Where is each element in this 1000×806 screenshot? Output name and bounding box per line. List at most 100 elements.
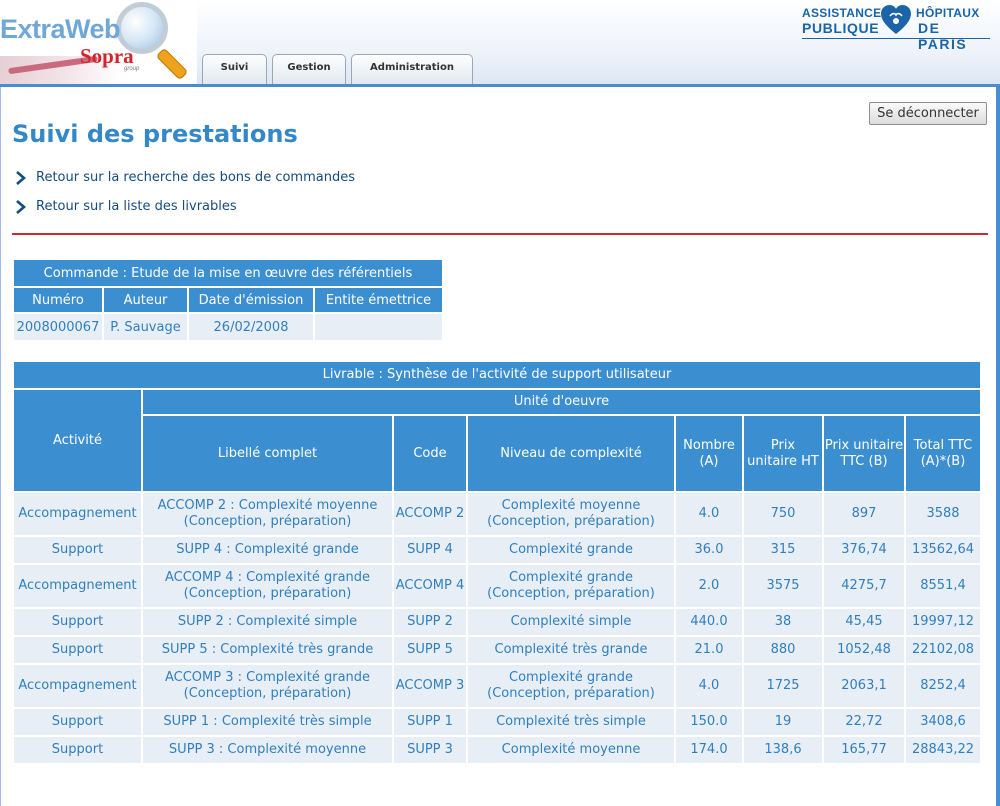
- quantity-cell: 4.0: [676, 665, 742, 707]
- quantity-cell: 36.0: [676, 537, 742, 563]
- aphp-logo-rule: [802, 38, 990, 39]
- right-frame-border: [996, 87, 1000, 806]
- total-ttc-cell: 22102,08: [906, 637, 980, 663]
- activity-cell: Support: [14, 737, 141, 763]
- back-to-order-search-link[interactable]: Retour sur la recherche des bons de comm…: [14, 170, 355, 185]
- page-title: Suivi des prestations: [12, 120, 298, 148]
- table-row: Accompagnement ACCOMP 4 : Complexité gran…: [14, 565, 980, 607]
- activity-column-header: Activité: [14, 390, 141, 491]
- quantity-cell: 21.0: [676, 637, 742, 663]
- magnifier-handle-icon: [155, 47, 189, 81]
- table-row: Support SUPP 3 : Complexité moyenne SUPP 3…: [14, 737, 980, 763]
- aphp-logo: ASSISTANCE PUBLIQUE HÔPITAUX DE PARIS: [800, 4, 992, 52]
- deliverable-column-header: Nombre (A): [676, 416, 742, 491]
- aphp-logo-text-right-2: DE PARIS: [918, 20, 968, 52]
- activity-cell: Support: [14, 709, 141, 735]
- code-cell: ACCOMP 3: [394, 665, 466, 707]
- order-number-cell: 2008000067: [14, 314, 102, 340]
- total-ttc-cell: 8252,4: [906, 665, 980, 707]
- table-row: Support SUPP 1 : Complexité très simple SU…: [14, 709, 980, 735]
- complexity-cell: Complexité très grande: [468, 637, 674, 663]
- tab-gestion[interactable]: Gestion: [272, 54, 346, 84]
- complexity-cell: Complexité grande (Conception, préparati…: [468, 565, 674, 607]
- order-column-header: Entite émettrice: [315, 288, 442, 312]
- total-ttc-cell: 13562,64: [906, 537, 980, 563]
- activity-cell: Accompagnement: [14, 565, 141, 607]
- tab-suivi[interactable]: Suivi: [202, 54, 267, 84]
- logout-button[interactable]: Se déconnecter: [869, 102, 987, 125]
- aphp-logo-text-right-1: HÔPITAUX: [916, 6, 980, 20]
- code-cell: ACCOMP 2: [394, 493, 466, 535]
- code-cell: SUPP 5: [394, 637, 466, 663]
- total-ttc-cell: 3408,6: [906, 709, 980, 735]
- deliverable-column-header: Prix unitaire HT: [744, 416, 822, 491]
- chevron-right-icon: [16, 170, 26, 185]
- section-divider: [12, 233, 988, 235]
- activity-cell: Accompagnement: [14, 493, 141, 535]
- unit-price-ttc-cell: 22,72: [824, 709, 904, 735]
- logo-brand-text: ExtraWeb: [0, 14, 121, 44]
- back-to-order-search-label: Retour sur la recherche des bons de comm…: [36, 170, 355, 185]
- unit-price-ttc-cell: 376,74: [824, 537, 904, 563]
- order-column-header: Date d'émission: [189, 288, 313, 312]
- unit-price-ht-cell: 38: [744, 609, 822, 635]
- back-to-deliverables-link[interactable]: Retour sur la liste des livrables: [14, 199, 237, 214]
- back-to-deliverables-label: Retour sur la liste des livrables: [36, 199, 237, 214]
- aphp-logo-text-left-2: PUBLIQUE: [802, 20, 880, 36]
- label-cell: ACCOMP 3 : Complexité grande (Conception…: [143, 665, 392, 707]
- complexity-cell: Complexité moyenne: [468, 737, 674, 763]
- complexity-cell: Complexité grande: [468, 537, 674, 563]
- unit-price-ht-cell: 19: [744, 709, 822, 735]
- aphp-heart-icon: [881, 5, 911, 34]
- deliverable-column-header: Code: [394, 416, 466, 491]
- order-column-header: Auteur: [104, 288, 187, 312]
- table-row: Support SUPP 2 : Complexité simple SUPP 2C…: [14, 609, 980, 635]
- work-unit-group-header: Unité d'oeuvre: [143, 390, 980, 414]
- order-table: Commande : Etude de la mise en œuvre des…: [12, 258, 444, 342]
- complexity-cell: Complexité très simple: [468, 709, 674, 735]
- quantity-cell: 150.0: [676, 709, 742, 735]
- left-frame-border: [0, 87, 1, 806]
- table-row: Support SUPP 4 : Complexité grande SUPP 4C…: [14, 537, 980, 563]
- unit-price-ttc-cell: 2063,1: [824, 665, 904, 707]
- order-author-cell: P. Sauvage: [104, 314, 187, 340]
- logo-company-suffix: group: [124, 66, 140, 72]
- deliverable-column-header: Libellé complet: [143, 416, 392, 491]
- order-table-caption: Commande : Etude de la mise en œuvre des…: [14, 260, 442, 286]
- activity-cell: Support: [14, 537, 141, 563]
- tab-administration[interactable]: Administration: [351, 54, 473, 84]
- table-row: Support SUPP 5 : Complexité très grande SU…: [14, 637, 980, 663]
- activity-cell: Support: [14, 609, 141, 635]
- total-ttc-cell: 8551,4: [906, 565, 980, 607]
- unit-price-ht-cell: 3575: [744, 565, 822, 607]
- code-cell: ACCOMP 4: [394, 565, 466, 607]
- extraweb-sopra-logo: ExtraWeb Sopra group: [0, 0, 197, 84]
- complexity-cell: Complexité simple: [468, 609, 674, 635]
- app-header: ExtraWeb Sopra group ASSISTANCE PUBLIQUE…: [0, 0, 1000, 87]
- total-ttc-cell: 3588: [906, 493, 980, 535]
- header-divider: [0, 84, 1000, 87]
- unit-price-ht-cell: 750: [744, 493, 822, 535]
- unit-price-ttc-cell: 4275,7: [824, 565, 904, 607]
- deliverable-rows: Accompagnement ACCOMP 2 : Complexité moye…: [14, 493, 980, 763]
- unit-price-ttc-cell: 165,77: [824, 737, 904, 763]
- label-cell: ACCOMP 2 : Complexité moyenne (Conceptio…: [143, 493, 392, 535]
- order-column-header: Numéro: [14, 288, 102, 312]
- code-cell: SUPP 1: [394, 709, 466, 735]
- code-cell: SUPP 4: [394, 537, 466, 563]
- unit-price-ttc-cell: 45,45: [824, 609, 904, 635]
- quantity-cell: 174.0: [676, 737, 742, 763]
- activity-cell: Support: [14, 637, 141, 663]
- unit-price-ht-cell: 138,6: [744, 737, 822, 763]
- deliverable-table-caption: Livrable : Synthèse de l'activité de sup…: [14, 362, 980, 388]
- complexity-cell: Complexité grande (Conception, préparati…: [468, 665, 674, 707]
- deliverable-table: Livrable : Synthèse de l'activité de sup…: [12, 360, 982, 765]
- deliverable-column-header: Niveau de complexité: [468, 416, 674, 491]
- deliverable-column-header: Total TTC (A)*(B): [906, 416, 980, 491]
- label-cell: ACCOMP 4 : Complexité grande (Conception…: [143, 565, 392, 607]
- quantity-cell: 4.0: [676, 493, 742, 535]
- total-ttc-cell: 19997,12: [906, 609, 980, 635]
- unit-price-ht-cell: 315: [744, 537, 822, 563]
- code-cell: SUPP 2: [394, 609, 466, 635]
- chevron-right-icon: [16, 199, 26, 214]
